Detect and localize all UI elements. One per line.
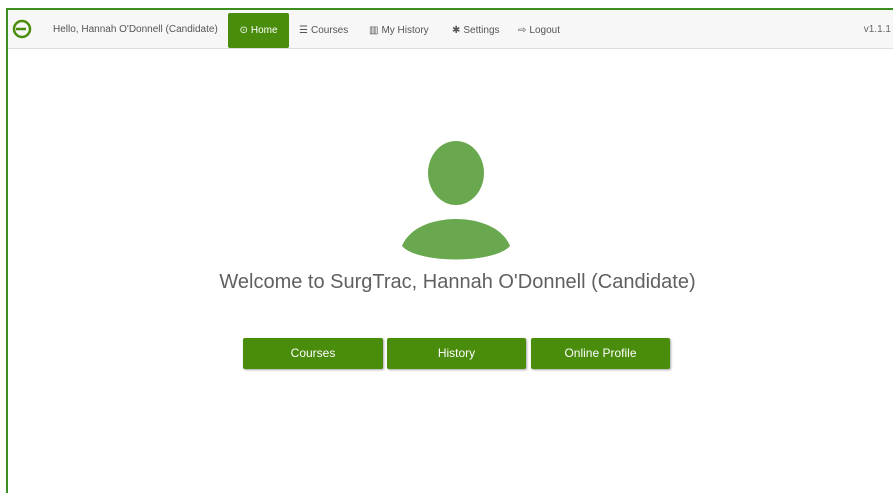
history-button[interactable]: History xyxy=(387,338,526,369)
top-navbar: Hello, Hannah O'Donnell (Candidate) ⊙ Hom… xyxy=(8,10,893,49)
nav-courses[interactable]: ☰ Courses xyxy=(299,13,348,48)
bar-chart-icon: ▥ xyxy=(369,25,379,36)
nav-home-label: Home xyxy=(250,25,278,36)
user-avatar-icon xyxy=(402,141,510,260)
nav-settings[interactable]: ✱ Settings xyxy=(452,13,500,48)
nav-home[interactable]: ⊙ Home xyxy=(228,13,289,48)
gear-icon: ✱ xyxy=(452,25,461,36)
clock-icon: ⊙ xyxy=(239,25,248,36)
nav-settings-label: Settings xyxy=(463,25,500,36)
version-label: v1.1.1 xyxy=(863,24,891,35)
courses-button[interactable]: Courses xyxy=(243,338,383,369)
welcome-heading: Welcome to SurgTrac, Hannah O'Donnell (C… xyxy=(219,271,696,293)
logout-icon: ⇨ xyxy=(518,25,527,36)
list-icon: ☰ xyxy=(299,25,308,36)
nav-logout[interactable]: ⇨ Logout xyxy=(518,13,560,48)
surgtrac-logo-icon[interactable] xyxy=(12,19,32,39)
user-greeting: Hello, Hannah O'Donnell (Candidate) xyxy=(53,24,218,35)
nav-my-history-label: My History xyxy=(381,25,429,36)
nav-logout-label: Logout xyxy=(529,25,560,36)
online-profile-button[interactable]: Online Profile xyxy=(531,338,670,369)
nav-courses-label: Courses xyxy=(310,25,349,36)
nav-my-history[interactable]: ▥ My History xyxy=(369,13,429,48)
